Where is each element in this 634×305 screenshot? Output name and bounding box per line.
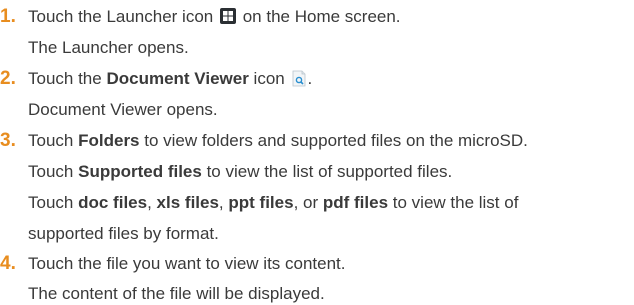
- supported-files-label: Supported files: [78, 162, 202, 181]
- step-number: 4.: [0, 253, 16, 274]
- pdf-files-label: pdf files: [322, 193, 389, 212]
- step-4-result: The content of the file will be displaye…: [28, 284, 325, 303]
- instruction-steps: 1. Touch the Launcher icon on the Home sc…: [0, 0, 634, 305]
- launcher-icon: [219, 8, 236, 24]
- step-2: 2. Touch the Document Viewer icon .: [0, 69, 312, 89]
- step-text: to view folders and supported files on t…: [144, 131, 528, 150]
- step-text: icon: [253, 69, 285, 88]
- step-text: Touch the Launcher icon: [28, 7, 214, 26]
- step-text: Touch the: [28, 69, 102, 88]
- step-1-result: The Launcher opens.: [28, 38, 189, 57]
- step-3-formats: Touch doc files, xls files, ppt files, o…: [28, 193, 518, 213]
- doc-files-label: doc files: [78, 193, 148, 212]
- step-2-result: Document Viewer opens.: [28, 100, 218, 119]
- separator: , or: [293, 193, 319, 212]
- step-text: to view the list of supported files.: [206, 162, 453, 181]
- step-3: 3. Touch Folders to view folders and supp…: [0, 131, 528, 151]
- step-number: 2.: [0, 68, 16, 89]
- step-number: 3.: [0, 130, 16, 151]
- step-text: Touch: [28, 162, 74, 181]
- separator: ,: [218, 193, 224, 212]
- step-text: Touch: [28, 193, 74, 212]
- folders-label: Folders: [78, 131, 140, 150]
- step-text: Touch the file you want to view its cont…: [28, 254, 346, 273]
- document-viewer-icon: [291, 70, 307, 87]
- separator: ,: [147, 193, 152, 212]
- step-text: on the Home screen.: [242, 7, 401, 26]
- step-number: 1.: [0, 6, 16, 27]
- step-3-formats-cont: supported files by format.: [28, 224, 219, 243]
- step-4: 4. Touch the file you want to view its co…: [0, 254, 346, 274]
- document-viewer-label: Document Viewer: [106, 69, 249, 88]
- xls-files-label: xls files: [156, 193, 219, 212]
- ppt-files-label: ppt files: [228, 193, 294, 212]
- step-3-supported: Touch Supported files to view the list o…: [28, 162, 452, 182]
- step-1: 1. Touch the Launcher icon on the Home sc…: [0, 7, 401, 27]
- step-text: .: [307, 69, 313, 88]
- step-text: Touch: [28, 131, 74, 150]
- step-text: to view the list of: [392, 193, 519, 212]
